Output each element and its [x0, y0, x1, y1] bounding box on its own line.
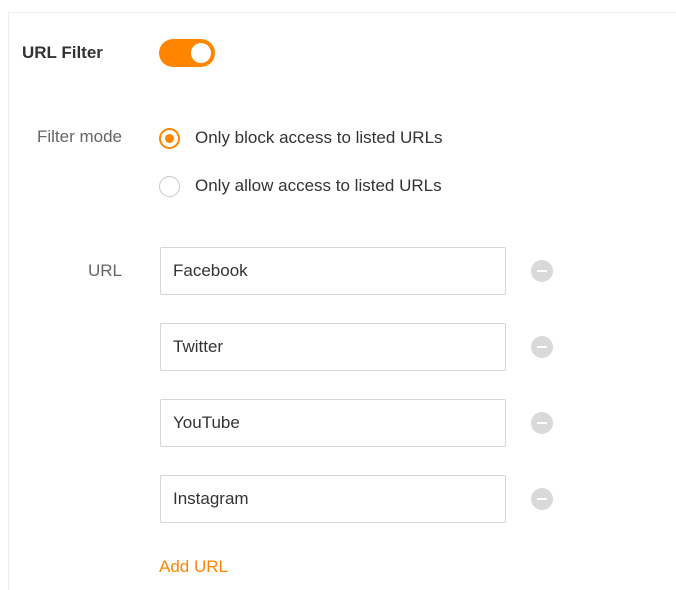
filter-mode-label: Filter mode [36, 127, 122, 146]
url-label: URL [87, 261, 122, 280]
remove-url-icon[interactable] [531, 260, 553, 282]
radio-label-block: Only block access to listed URLs [195, 128, 443, 147]
radio-option-block[interactable]: Only block access to listed URLs [159, 125, 443, 151]
url-input-facebook[interactable] [160, 247, 506, 295]
radio-button-allow[interactable] [159, 175, 180, 197]
section-left-border [8, 12, 9, 590]
remove-url-icon[interactable] [531, 336, 553, 358]
radio-label-allow: Only allow access to listed URLs [195, 176, 442, 195]
url-filter-title: URL Filter [22, 43, 103, 62]
url-filter-toggle[interactable] [159, 39, 215, 67]
radio-button-block[interactable] [159, 127, 180, 149]
radio-option-allow[interactable]: Only allow access to listed URLs [159, 173, 442, 199]
remove-url-icon[interactable] [531, 488, 553, 510]
url-input-youtube[interactable] [160, 399, 506, 447]
remove-url-icon[interactable] [531, 412, 553, 434]
add-url-link[interactable]: Add URL [159, 557, 228, 577]
url-input-instagram[interactable] [160, 475, 506, 523]
section-top-divider [8, 12, 676, 13]
toggle-knob [191, 43, 211, 63]
url-input-twitter[interactable] [160, 323, 506, 371]
